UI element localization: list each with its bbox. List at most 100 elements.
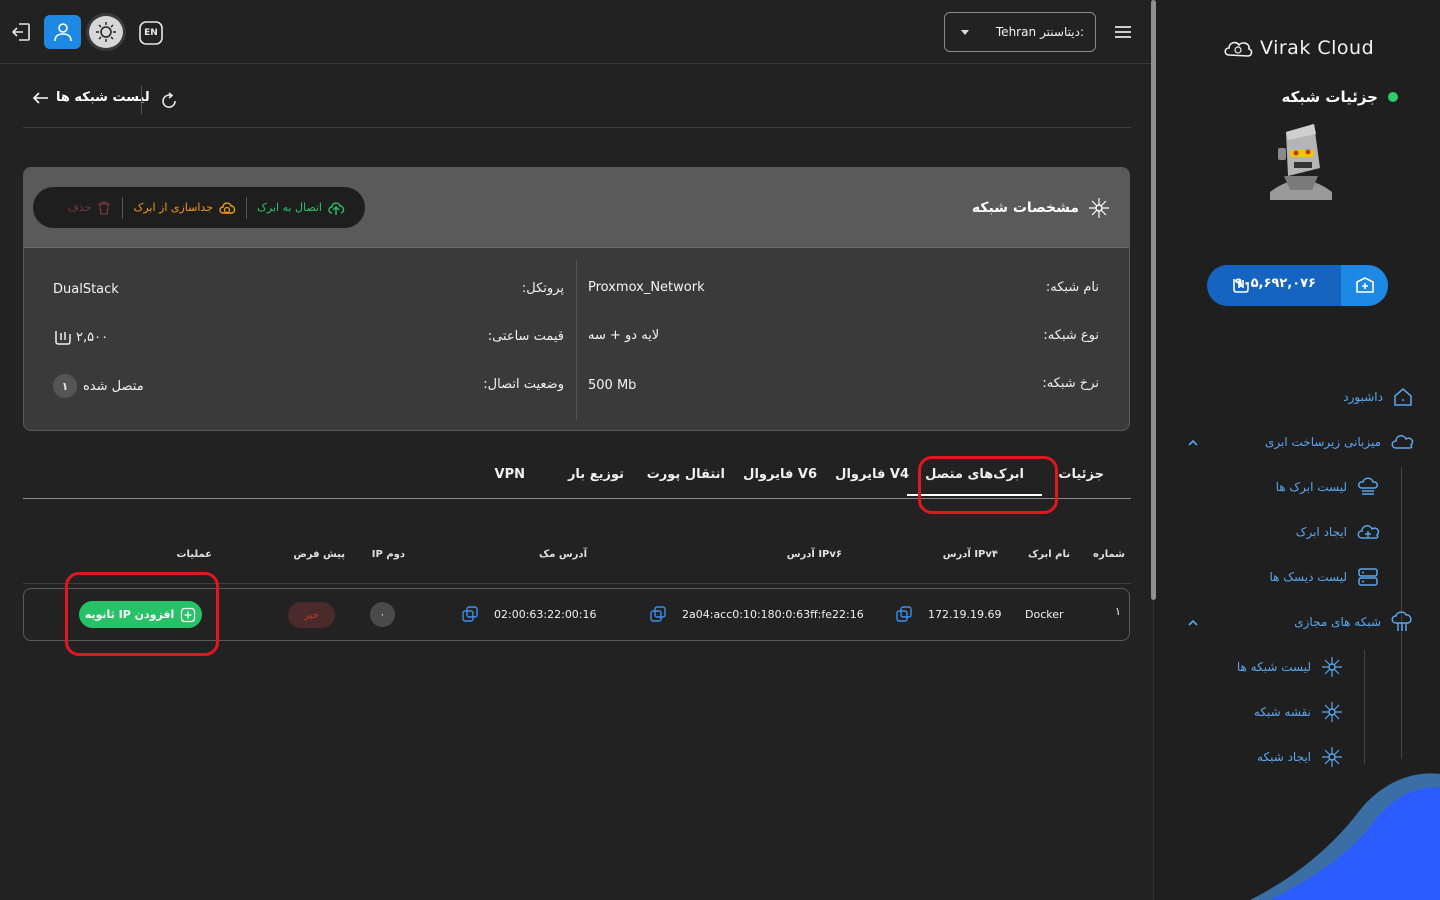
datacenter-select[interactable]: Tehran دیتاسنتر: [944,12,1096,52]
network-icon [1322,657,1342,677]
theme-toggle-button[interactable] [86,13,126,51]
sidebar-item-network-list[interactable]: لیست شبکه ها [1237,654,1344,680]
sidebar-item-label: لیست شبکه ها [1236,660,1311,674]
tab-firewall-v6[interactable]: فایروال V6 [743,467,817,482]
sidebar-item-label: شبکه های مجازی [1294,615,1381,629]
network-type-label: نوع شبکه: [1043,328,1099,343]
network-cloud-icon [1391,611,1412,631]
network-plus-icon [1322,747,1342,767]
connect-to-cloud-button[interactable]: اتصال به ابرک [247,200,355,216]
specs-card-header: مشخصات شبکه اتصال به ابرک جداسازی از ابر… [24,168,1129,248]
scrollbar[interactable] [1151,0,1156,600]
trash-icon [98,200,111,215]
network-map-icon [1322,702,1342,722]
sidebar-item-dashboard[interactable]: داشبورد [1343,384,1414,410]
logout-icon [11,23,30,41]
cloud-off-icon [219,201,236,214]
divider [246,196,247,219]
network-type-value: لایه دو + سه [588,328,660,343]
sidebar-item-label: نقشه شبکه [1253,705,1311,719]
language-label: EN [144,28,158,38]
tab-load-balance[interactable]: توزیع بار [568,467,624,482]
copy-icon[interactable] [462,606,478,622]
back-to-network-list[interactable]: لیست شبکه ها [32,90,150,105]
robot-avatar[interactable] [1262,120,1340,200]
cloud-logo-icon [1224,41,1253,57]
datacenter-label: دیتاسنتر: [1040,25,1084,39]
tab-firewall-v4[interactable]: فایروال V4 [835,467,909,482]
col-header-number: شماره [1093,549,1125,560]
col-header-cloud-name: نام ابرک [1028,549,1070,560]
default-status-badge: خیر [288,602,335,628]
cloud-icon [1391,435,1414,449]
home-icon [1394,388,1412,406]
cell-mac: 02:00:63:22:00:16 [494,608,597,621]
sidebar-item-cloud-create[interactable]: ایجاد ابرک [1296,519,1380,545]
top-bar: EN Tehran دیتاسنتر: [0,0,1152,64]
datacenter-value: Tehran [995,25,1037,39]
sidebar-item-label: میزبانی زیرساخت ابری [1265,435,1381,449]
brand-logo[interactable]: Virak Cloud [1222,36,1374,60]
sidebar-item-virtual-networks[interactable]: شبکه های مجازی [1294,609,1414,635]
connect-label: اتصال به ابرک [257,201,322,214]
divider [23,583,1131,584]
logout-button[interactable] [3,14,39,50]
rial-icon [55,331,71,345]
tab-details[interactable]: جزئیات [1058,467,1104,482]
disconnect-label: جداسازی از ابرک [133,201,213,214]
connection-status: ۱ متصل شده [53,374,144,398]
sidebar-item-cloud-hosting[interactable]: میزبانی زیرساخت ابری [1265,429,1414,455]
delete-button[interactable]: حذف [58,200,123,216]
sidebar: Virak Cloud ۹۰۵,۶۹۲,۰۷۶ داشبورد میزبانی … [1153,0,1440,900]
sun-icon [96,22,116,42]
back-label: لیست شبکه ها [56,90,150,105]
disconnect-from-cloud-button[interactable]: جداسازی از ابرک [123,200,246,216]
add-credit-button[interactable] [1341,265,1388,306]
wallet-balance[interactable]: ۹۰۵,۶۹۲,۰۷۶ [1207,265,1388,306]
decorative-wave [1250,773,1440,900]
menu-icon[interactable] [1113,22,1133,42]
tab-connected-clouds[interactable]: ابرک‌های متصل [907,467,1042,496]
protocol-label: پروتکل: [521,281,564,296]
network-rate-label: نرخ شبکه: [1042,376,1099,391]
brand-name: Virak Cloud [1260,37,1375,59]
sidebar-item-label: لیست ابرک ها [1275,480,1347,494]
sidebar-item-cloud-list[interactable]: لیست ابرک ها [1276,474,1380,500]
hourly-price-value: ۲,۵۰۰ [76,329,109,345]
sidebar-item-label: ایجاد شبکه [1257,750,1311,764]
col-header-mac: آدرس مک [538,549,587,560]
hourly-price-label: قیمت ساعتی: [487,329,564,344]
chevron-up-icon[interactable] [1186,616,1200,630]
copy-icon[interactable] [896,606,912,622]
chevron-up-icon[interactable] [1186,436,1200,450]
tab-bar: جزئیات ابرک‌های متصل فایروال V4 فایروال … [23,455,1131,499]
tab-port-forward[interactable]: انتقال پورت [647,467,725,482]
add-secondary-ip-label: افزودن IP ثانویه [84,608,175,621]
plus-square-icon [181,607,196,622]
copy-icon[interactable] [650,606,666,622]
language-button[interactable]: EN [133,15,169,51]
profile-button[interactable] [44,15,81,49]
network-name-value: Proxmox_Network [588,280,705,295]
col-header-actions: عملیات [176,549,212,560]
col-header-default: پیش فرض [293,549,345,560]
divider [23,127,1131,128]
sidebar-item-disk-list[interactable]: لیست دیسک ها [1269,564,1380,590]
status-dot [1388,92,1398,102]
connection-status-value: متصل شده [83,378,144,394]
sidebar-item-label: داشبورد [1343,390,1383,404]
chevron-down-icon [961,30,969,35]
delete-label: حذف [67,201,92,214]
tab-vpn[interactable]: VPN [495,467,525,482]
col-header-second-ip: IP دوم [371,549,405,560]
action-bar: اتصال به ابرک جداسازی از ابرک حذف [33,187,365,228]
cloud-plus-icon [1357,525,1380,539]
sidebar-item-network-map[interactable]: نقشه شبکه [1254,699,1344,725]
hourly-price: ۲,۵۰۰ [53,328,108,346]
refresh-icon[interactable] [158,90,180,112]
sidebar-item-network-create[interactable]: ایجاد شبکه [1257,744,1344,770]
user-icon [53,23,72,42]
protocol-value: DualStack [53,282,119,297]
add-secondary-ip-button[interactable]: افزودن IP ثانویه [79,601,202,628]
divider [141,86,142,114]
